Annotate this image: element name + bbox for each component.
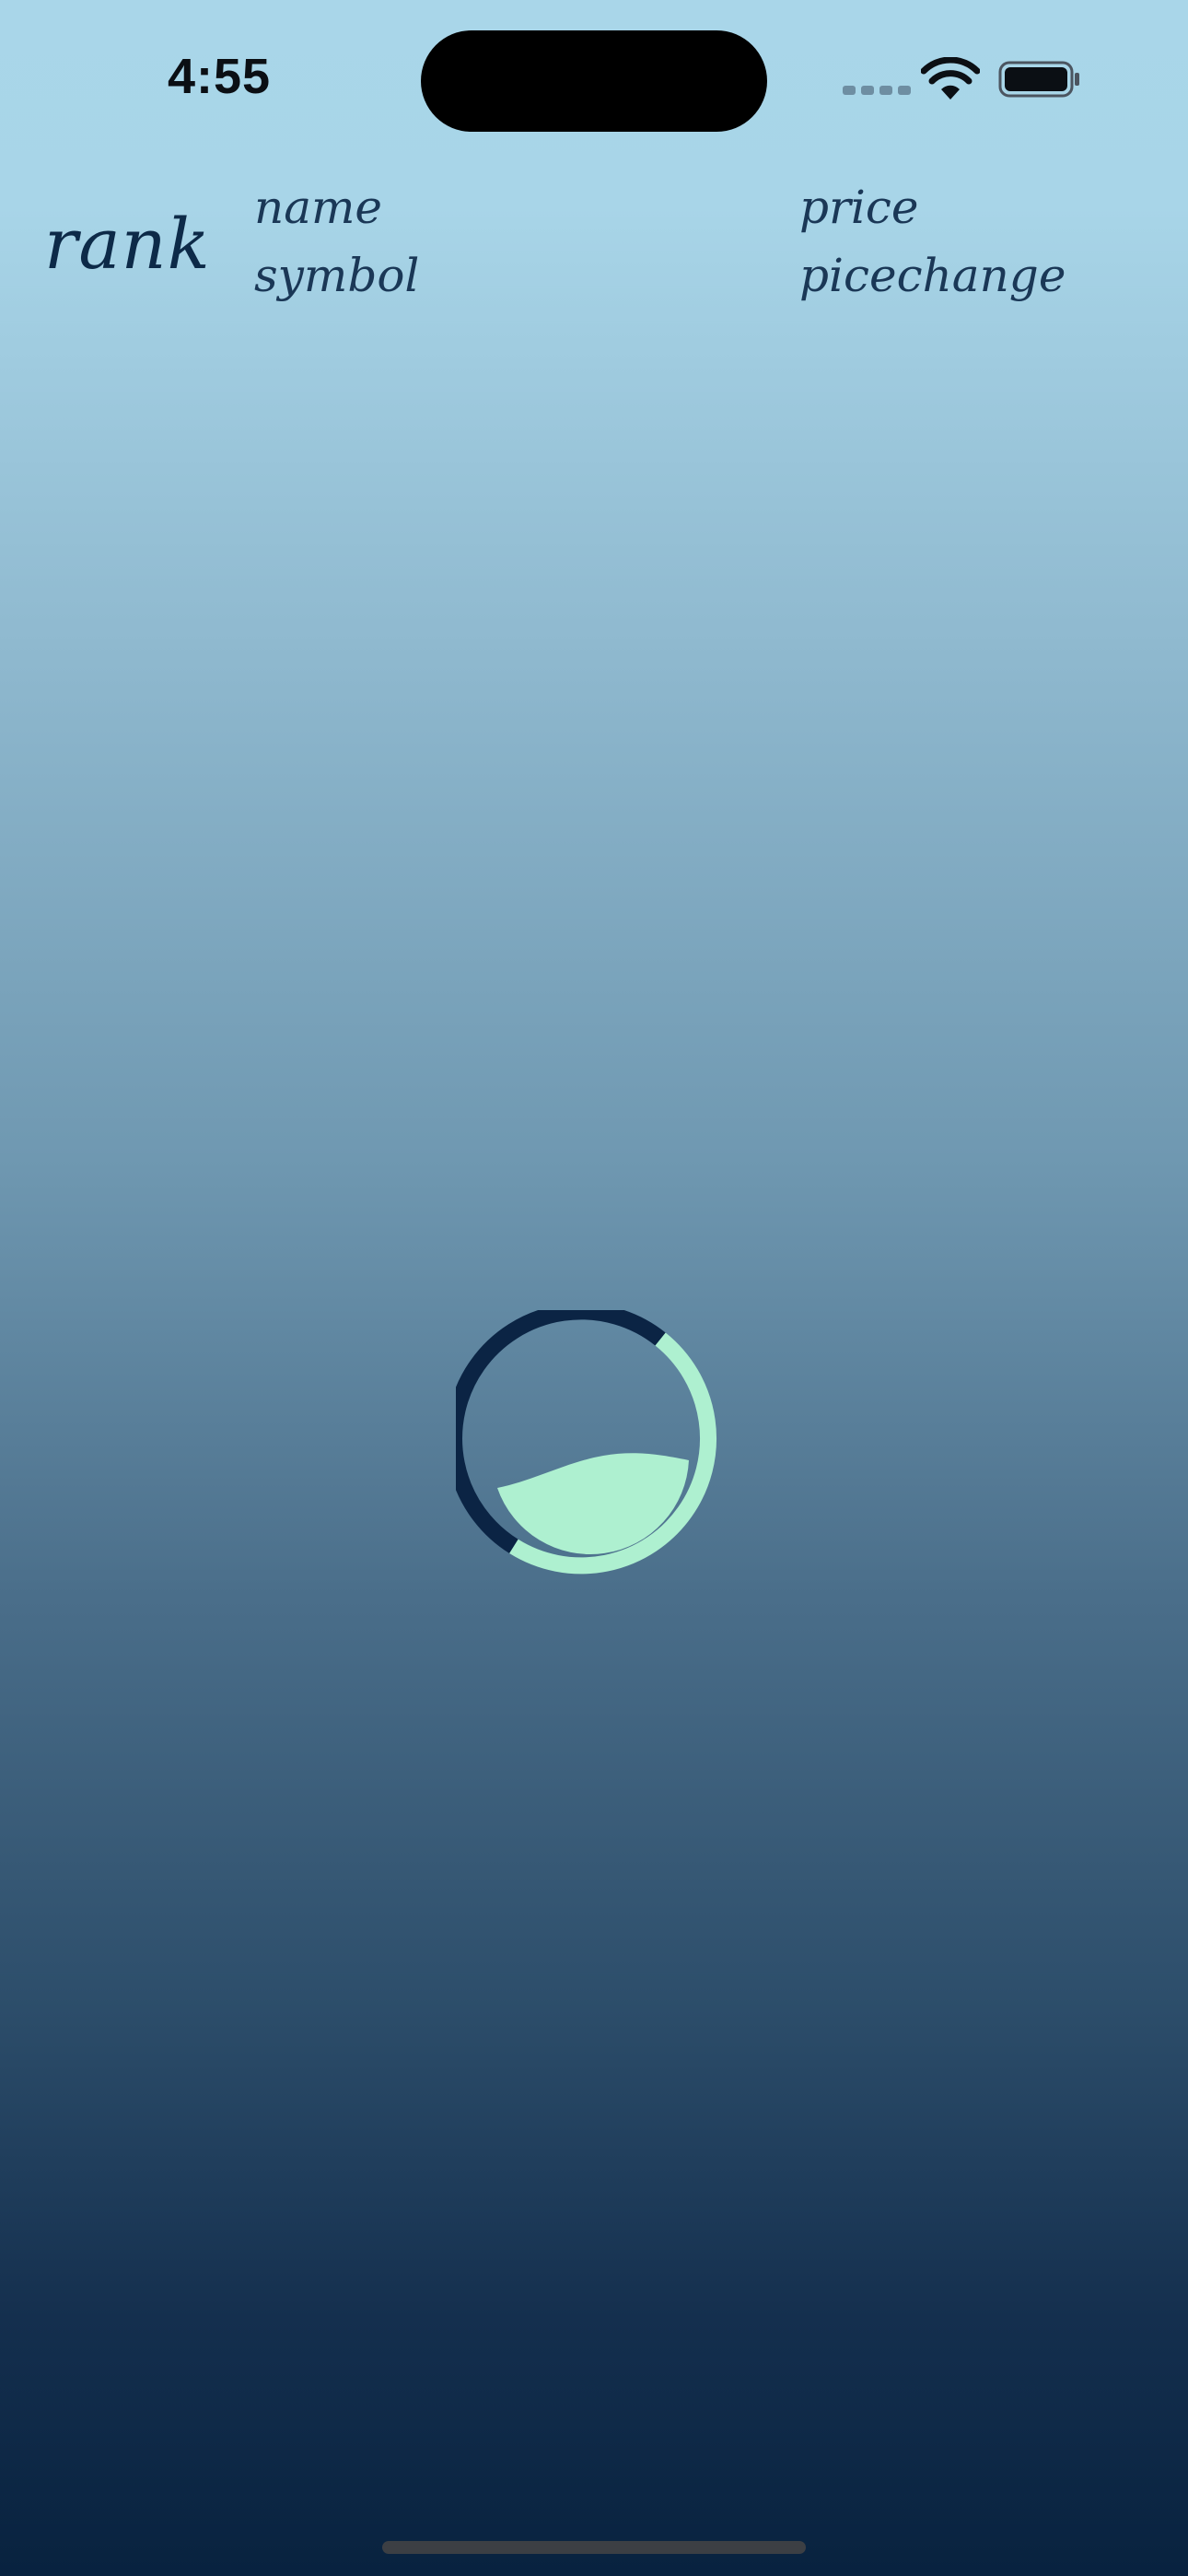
battery-icon — [998, 61, 1079, 98]
column-header-rank: rank — [44, 203, 211, 285]
column-header-price-change: picechange — [799, 249, 1066, 302]
cellular-signal-icon — [843, 86, 911, 95]
column-header-price: price — [799, 181, 919, 234]
column-header-name: name — [254, 181, 383, 234]
dynamic-island — [421, 30, 767, 132]
loading-spinner-icon — [456, 1310, 717, 1575]
column-header-symbol: symbol — [254, 249, 420, 302]
home-indicator[interactable] — [382, 2541, 806, 2554]
status-time: 4:55 — [168, 49, 272, 104]
wifi-icon — [921, 57, 980, 100]
